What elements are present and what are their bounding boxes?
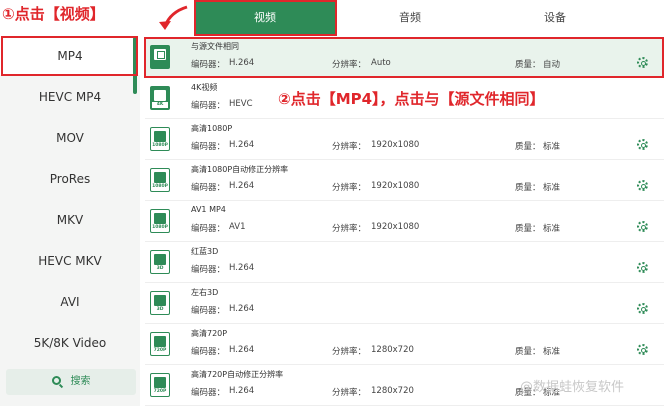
4k-video-icon: 4K (150, 86, 170, 110)
search-label: 搜索 (70, 376, 91, 387)
search-icon (51, 376, 61, 385)
annotation-highlight-video-tab (194, 0, 337, 36)
quality-value: 标准 (543, 142, 561, 152)
sidebar-item-prores[interactable]: ProRes (0, 160, 140, 198)
encoder-value: HEVC (229, 99, 253, 109)
format-row-1080p[interactable]: 1080P 高清1080P 编码器： H.264 分辨率： 1920x1080 … (145, 119, 664, 160)
format-title: 高清1080P (191, 124, 233, 133)
format-row-av1-mp4[interactable]: 1080P AV1 MP4 编码器： AV1 分辨率： 1920x1080 质量… (145, 201, 664, 242)
720p-icon: 720P (150, 332, 170, 356)
encoder-value: H.264 (229, 345, 255, 355)
1080p-icon: 1080P (150, 209, 170, 233)
gear-icon[interactable] (637, 344, 648, 355)
annotation-step2: ②点击【MP4】，点击与【源文件相同】 (278, 90, 545, 108)
resolution-value: 1920x1080 (371, 181, 420, 191)
annotation-arrow-icon (159, 5, 188, 30)
encoder-label: 编码器： (191, 183, 226, 193)
encoder-value: H.264 (229, 386, 255, 396)
encoder-value: H.264 (229, 263, 255, 273)
sidebar-item-avi[interactable]: AVI (0, 283, 140, 321)
gear-icon[interactable] (637, 221, 648, 232)
annotation-step1: ①点击【视频】 (2, 5, 105, 23)
format-title: 高清720P自动修正分辨率 (191, 370, 284, 379)
format-row-red-blue-3d[interactable]: 3D 红蓝3D 编码器： H.264 (145, 242, 664, 283)
encoder-value: AV1 (229, 222, 246, 232)
encoder-label: 编码器： (191, 306, 226, 316)
format-title: 左右3D (191, 288, 219, 297)
resolution-value: 1920x1080 (371, 222, 420, 232)
resolution-value: 1920x1080 (371, 140, 420, 150)
3d-icon: 3D (150, 291, 170, 315)
format-row-1080p-auto-fix[interactable]: 1080P 高清1080P自动修正分辨率 编码器： H.264 分辨率： 192… (145, 160, 664, 201)
quality-label: 质量： (515, 183, 541, 193)
gear-icon[interactable] (637, 262, 648, 273)
format-title: 4K视频 (191, 83, 218, 92)
sidebar-item-hevc-mp4[interactable]: HEVC MP4 (0, 78, 140, 116)
annotation-highlight-mp4 (1, 36, 138, 76)
quality-value: 标准 (543, 347, 561, 357)
format-row-side-by-side-3d[interactable]: 3D 左右3D 编码器： H.264 (145, 283, 664, 324)
1080p-icon: 1080P (150, 168, 170, 192)
resolution-label: 分辨率： (332, 183, 367, 193)
quality-label: 质量： (515, 347, 541, 357)
encoder-value: H.264 (229, 181, 255, 191)
quality-value: 标准 (543, 224, 561, 234)
encoder-label: 编码器： (191, 101, 226, 111)
format-title: 高清720P (191, 329, 228, 338)
resolution-label: 分辨率： (332, 224, 367, 234)
encoder-value: H.264 (229, 304, 255, 314)
gear-icon[interactable] (637, 180, 648, 191)
sidebar-item-mov[interactable]: MOV (0, 119, 140, 157)
resolution-label: 分辨率： (332, 347, 367, 357)
resolution-label: 分辨率： (332, 388, 367, 398)
quality-value: 标准 (543, 183, 561, 193)
watermark: @数据蛙恢复软件 (520, 380, 625, 395)
quality-label: 质量： (515, 224, 541, 234)
gear-icon[interactable] (637, 139, 648, 150)
format-title: 红蓝3D (191, 247, 219, 256)
format-row-720p[interactable]: 720P 高清720P 编码器： H.264 分辨率： 1280x720 质量：… (145, 324, 664, 365)
3d-icon: 3D (150, 250, 170, 274)
resolution-label: 分辨率： (332, 142, 367, 152)
quality-label: 质量： (515, 142, 541, 152)
format-title: AV1 MP4 (191, 205, 226, 214)
encoder-label: 编码器： (191, 142, 226, 152)
1080p-icon: 1080P (150, 127, 170, 151)
resolution-value: 1280x720 (371, 345, 414, 355)
tab-device[interactable]: 设备 (505, 1, 605, 35)
720p-icon: 720P (150, 373, 170, 397)
encoder-label: 编码器： (191, 265, 226, 275)
encoder-label: 编码器： (191, 347, 226, 357)
annotation-highlight-same-as-source (144, 37, 664, 78)
encoder-value: H.264 (229, 140, 255, 150)
sidebar-item-hevc-mkv[interactable]: HEVC MKV (0, 242, 140, 280)
resolution-value: 1280x720 (371, 386, 414, 396)
encoder-label: 编码器： (191, 224, 226, 234)
tab-audio[interactable]: 音频 (360, 1, 460, 35)
gear-icon[interactable] (637, 303, 648, 314)
sidebar-item-5k-8k-video[interactable]: 5K/8K Video (0, 324, 140, 362)
search-button[interactable]: 搜索 (6, 369, 136, 395)
format-title: 高清1080P自动修正分辨率 (191, 165, 289, 174)
container-sidebar: MP4 HEVC MP4 MOV ProRes MKV HEVC MKV AVI… (0, 37, 140, 406)
encoder-label: 编码器： (191, 388, 226, 398)
sidebar-item-mkv[interactable]: MKV (0, 201, 140, 239)
